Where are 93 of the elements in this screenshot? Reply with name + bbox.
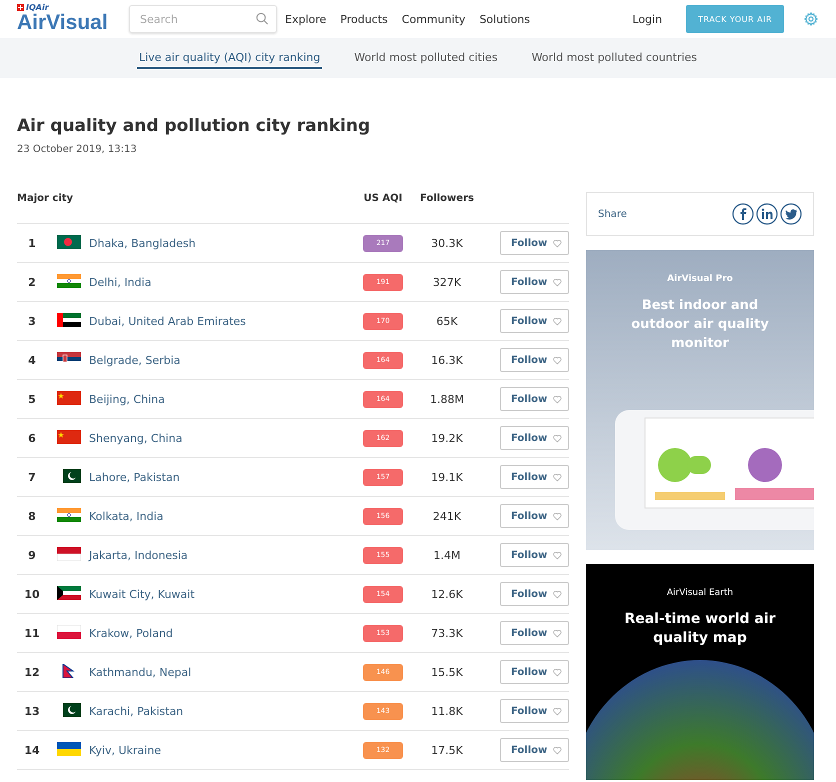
flag-icon — [57, 274, 81, 288]
timestamp: 23 October 2019, 13:13 — [17, 144, 138, 155]
rank-number: 13 — [23, 704, 41, 718]
city-link[interactable]: Jakarta, Indonesia — [89, 548, 357, 562]
nav-link[interactable]: Community — [402, 12, 466, 26]
flag-icon — [57, 586, 81, 600]
follow-button[interactable]: Follow — [500, 621, 569, 645]
city-link[interactable]: Delhi, India — [89, 276, 357, 288]
search-field[interactable]: Search — [129, 5, 277, 33]
follow-button[interactable]: Follow — [500, 465, 569, 489]
page-title: Air quality and pollution city ranking — [17, 116, 372, 136]
ranking-tab[interactable]: Live air quality (AQI) city ranking — [136, 48, 322, 68]
nav-link[interactable]: Explore — [285, 12, 326, 26]
rank-number: 6 — [27, 432, 37, 444]
rank-number: 5 — [27, 392, 37, 406]
follow-button[interactable]: Follow — [500, 348, 569, 372]
facebook-icon[interactable] — [732, 203, 754, 225]
city-link[interactable]: Karachi, Pakistan — [89, 704, 357, 718]
ranking-tab[interactable]: World most polluted countries — [530, 48, 700, 68]
follow-button[interactable]: Follow — [500, 738, 569, 762]
follow-button[interactable]: Follow — [500, 231, 569, 255]
follow-button[interactable]: Follow — [500, 426, 569, 450]
flag-icon — [57, 430, 81, 444]
follower-count: 17.5K — [430, 744, 464, 756]
flag-icon — [57, 234, 81, 248]
rank-number: 2 — [27, 276, 37, 288]
nav-link[interactable]: Products — [340, 12, 388, 26]
column-header: Followers — [419, 193, 475, 204]
follower-count: 19.1K — [430, 470, 464, 484]
map-promo-banner[interactable]: AirVisual Earth Real-time world air quality map — [586, 564, 814, 780]
city-link[interactable]: Kolkata, India — [89, 510, 357, 522]
share-label: Share — [598, 208, 627, 220]
city-link[interactable]: Krakow, Poland — [89, 626, 357, 640]
column-header: US AQI — [362, 193, 404, 204]
follow-button[interactable]: Follow — [500, 660, 569, 684]
promo-eyebrow: AirVisual Earth — [666, 588, 734, 598]
rank-number: 14 — [23, 744, 41, 756]
flag-icon — [57, 508, 81, 522]
flag-icon — [57, 546, 81, 560]
follow-button[interactable]: Follow — [500, 270, 569, 294]
city-link[interactable]: Dubai, United Arab Emirates — [89, 314, 357, 328]
rank-number: 9 — [27, 548, 37, 562]
follower-count: 241K — [432, 510, 462, 522]
twitter-bird-icon[interactable] — [780, 203, 802, 225]
promo-headline: Real-time world air quality map — [623, 610, 777, 648]
follower-count: 12.6K — [430, 588, 464, 600]
rank-number: 3 — [27, 314, 37, 328]
flag-icon — [57, 312, 81, 326]
rank-number: 10 — [23, 588, 41, 600]
follower-count: 73.3K — [430, 626, 464, 640]
promo-eyebrow: AirVisual Pro — [667, 274, 733, 284]
follower-count: 65K — [435, 314, 459, 328]
follow-button[interactable]: Follow — [500, 504, 569, 528]
logo[interactable]: AirVisual — [17, 12, 129, 34]
follow-button[interactable]: Follow — [500, 387, 569, 411]
brand-name: IQAir — [26, 2, 49, 12]
swiss-cross-icon — [17, 4, 24, 10]
follow-button[interactable]: Follow — [500, 309, 569, 333]
rank-number: 1 — [27, 236, 37, 250]
city-link[interactable]: Kyiv, Ukraine — [89, 744, 357, 756]
search-icon — [255, 12, 269, 25]
flag-icon — [57, 390, 81, 404]
linkedin-icon[interactable] — [756, 203, 778, 225]
follow-button[interactable]: Follow — [500, 582, 569, 606]
follower-count: 1.4M — [432, 548, 462, 562]
city-link[interactable]: Kuwait City, Kuwait — [89, 588, 357, 600]
city-link[interactable]: Dhaka, Bangladesh — [89, 236, 357, 250]
follower-count: 1.88M — [429, 392, 465, 406]
rank-number: 12 — [23, 666, 41, 678]
flag-icon — [57, 624, 81, 638]
city-link[interactable]: Shenyang, China — [89, 432, 357, 444]
ranking-tab[interactable]: World most polluted cities — [352, 48, 500, 68]
rank-number: 7 — [27, 470, 37, 484]
follower-count: 11.8K — [430, 704, 464, 718]
follower-count: 327K — [432, 276, 462, 288]
follower-count: 30.3K — [430, 236, 464, 250]
follower-count: 19.2K — [430, 432, 464, 444]
rank-number: 8 — [27, 510, 37, 522]
city-link[interactable]: Kathmandu, Nepal — [89, 666, 357, 678]
follower-count: 15.5K — [430, 666, 464, 678]
city-link[interactable]: Belgrade, Serbia — [89, 354, 357, 366]
rank-number: 4 — [27, 354, 37, 366]
follow-button[interactable]: Follow — [500, 543, 569, 567]
city-link[interactable]: Beijing, China — [89, 392, 357, 406]
column-header: Major city — [17, 193, 74, 204]
promo-headline: Best indoor and outdoor air quality monitor — [630, 297, 770, 353]
follower-count: 16.3K — [430, 354, 464, 366]
rank-number: 11 — [23, 626, 41, 640]
city-link[interactable]: Lahore, Pakistan — [89, 470, 357, 484]
login-link[interactable]: Login — [632, 12, 662, 26]
nav-link[interactable]: Solutions — [479, 12, 530, 26]
follow-button[interactable]: Follow — [500, 699, 569, 723]
flag-icon — [57, 742, 81, 756]
